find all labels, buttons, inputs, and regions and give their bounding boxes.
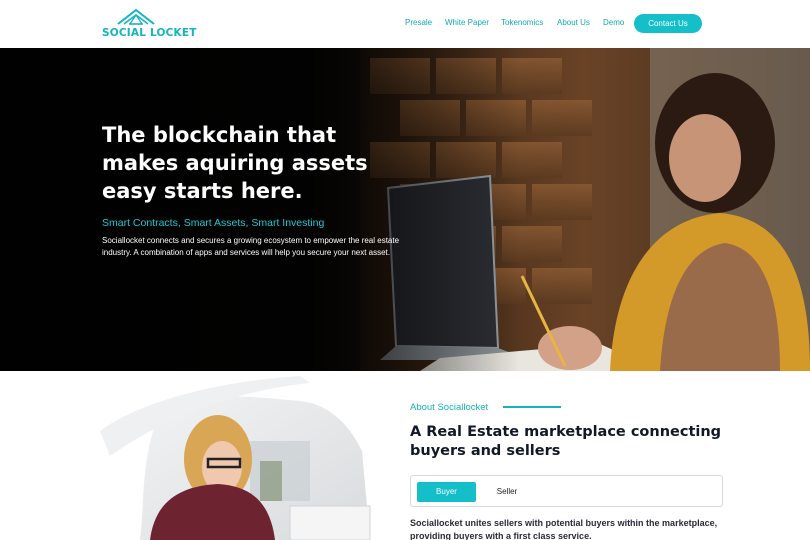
- about-label-underline: [503, 406, 561, 408]
- nav-demo[interactable]: Demo: [603, 18, 624, 27]
- nav-tokenomics[interactable]: Tokenomics: [501, 18, 543, 27]
- site-header: SOCIAL LOCKET Presale White Paper Tokeno…: [0, 0, 810, 48]
- logo-house-icon: [117, 8, 155, 25]
- about-title: A Real Estate marketplace connecting buy…: [410, 424, 722, 459]
- nav-about-us[interactable]: About Us: [557, 18, 590, 27]
- buyer-seller-tabs: Buyer Seller: [410, 475, 723, 507]
- tab-buyer[interactable]: Buyer: [417, 482, 476, 502]
- logo-text: SOCIAL LOCKET: [102, 27, 197, 39]
- nav-white-paper[interactable]: White Paper: [445, 18, 489, 27]
- hero-title: The blockchain that makes aquiring asset…: [102, 123, 368, 203]
- about-section: About Sociallocket A Real Estate marketp…: [0, 371, 810, 540]
- contact-us-button[interactable]: Contact Us: [634, 14, 702, 33]
- about-photo: [100, 376, 371, 540]
- about-label: About Sociallocket: [410, 402, 489, 413]
- about-text: Sociallocket unites sellers with potenti…: [410, 518, 718, 540]
- tab-seller[interactable]: Seller: [487, 482, 527, 502]
- nav-presale[interactable]: Presale: [405, 18, 432, 27]
- hero-overlay: [0, 48, 520, 371]
- hero-description: Sociallocket connects and secures a grow…: [102, 236, 400, 257]
- hero-subtitle: Smart Contracts, Smart Assets, Smart Inv…: [102, 217, 325, 229]
- logo[interactable]: SOCIAL LOCKET: [102, 8, 196, 42]
- hero-section: The blockchain that makes aquiring asset…: [0, 48, 810, 371]
